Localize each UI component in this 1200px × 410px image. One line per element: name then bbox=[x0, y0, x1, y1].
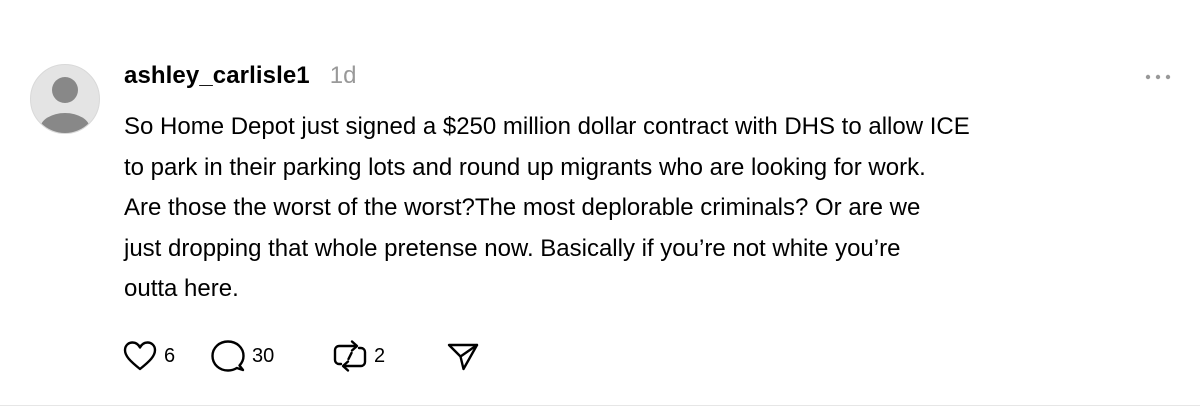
timestamp[interactable]: 1d bbox=[330, 62, 357, 90]
like-button[interactable]: 6 bbox=[122, 338, 210, 374]
post: ashley_carlisle1 1d So Home Depot just s… bbox=[0, 0, 1200, 406]
post-text-line: So Home Depot just signed a $250 million… bbox=[124, 113, 970, 140]
share-button[interactable] bbox=[446, 338, 486, 374]
post-text-line: to park in their parking lots and round … bbox=[124, 153, 926, 181]
reply-count: 30 bbox=[252, 344, 275, 367]
avatar[interactable] bbox=[30, 64, 100, 134]
default-avatar-icon bbox=[40, 77, 90, 133]
repost-icon bbox=[333, 340, 367, 372]
post-text-line: Are those the worst of the worst?The mos… bbox=[124, 194, 921, 221]
post-text: So Home Depot just signed a $250 million… bbox=[124, 107, 1184, 310]
like-count: 6 bbox=[164, 344, 176, 367]
post-header: ashley_carlisle1 1d bbox=[124, 62, 356, 96]
repost-button[interactable]: 2 bbox=[332, 338, 446, 374]
reply-button[interactable]: 30 bbox=[210, 338, 332, 374]
more-options-button[interactable] bbox=[1140, 68, 1176, 86]
post-text-line: outta here. bbox=[124, 275, 239, 302]
divider bbox=[0, 405, 1200, 406]
more-options-icon bbox=[1145, 74, 1171, 80]
repost-count: 2 bbox=[374, 344, 386, 367]
send-icon bbox=[447, 343, 479, 371]
heart-icon bbox=[123, 341, 157, 371]
post-text-line: just dropping that whole pretense now. B… bbox=[124, 234, 901, 262]
username[interactable]: ashley_carlisle1 bbox=[124, 62, 310, 90]
comment-icon bbox=[211, 340, 245, 372]
action-bar: 6 30 2 bbox=[122, 338, 486, 374]
